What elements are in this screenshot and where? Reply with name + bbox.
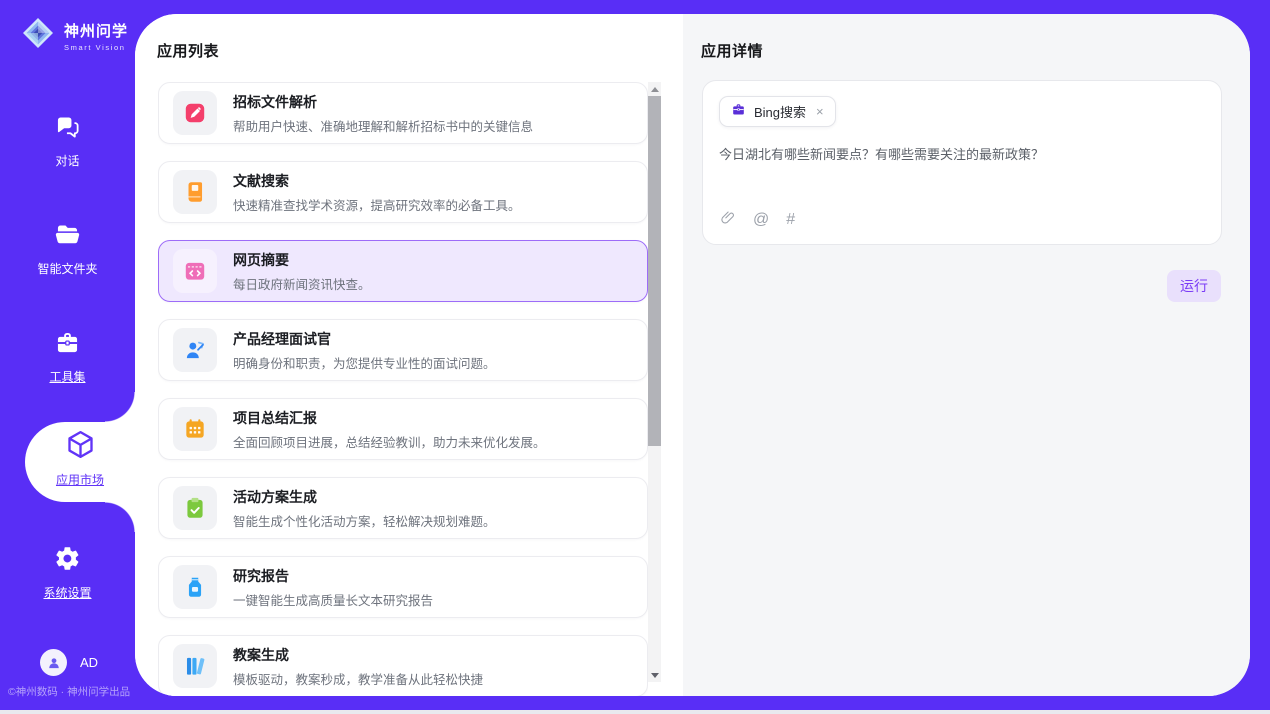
tool-tag-label: Bing搜索 bbox=[754, 102, 806, 121]
composer-actions: @ # bbox=[720, 209, 795, 231]
doc-edit-icon bbox=[173, 91, 217, 135]
folder-icon bbox=[54, 221, 81, 253]
brand-logo: 神州问学 Smart Vision bbox=[20, 15, 128, 56]
hash-icon[interactable]: # bbox=[786, 212, 795, 228]
run-button[interactable]: 运行 bbox=[1167, 270, 1221, 302]
app-item-web-summary[interactable]: 网页摘要 每日政府新闻资讯快查。 bbox=[158, 240, 648, 302]
active-tab-curve-top bbox=[105, 392, 135, 422]
sidebar-item-toolset[interactable]: 工具集 bbox=[0, 329, 135, 385]
sidebar-item-smart-folders[interactable]: 智能文件夹 bbox=[0, 221, 135, 277]
sidebar-item-label: 工具集 bbox=[49, 368, 85, 385]
at-icon[interactable]: @ bbox=[753, 212, 769, 228]
sidebar-item-chat[interactable]: 对话 bbox=[0, 113, 135, 169]
app-item-title: 研究报告 bbox=[233, 566, 433, 586]
app-item-title: 活动方案生成 bbox=[233, 487, 496, 507]
scroll-up-button[interactable] bbox=[648, 82, 661, 96]
diamond-logo-icon bbox=[20, 15, 56, 56]
sidebar-item-label: 智能文件夹 bbox=[37, 260, 97, 277]
copyright-text: ©神州数码 · 神州问学出品 bbox=[8, 684, 135, 699]
user-name: AD bbox=[80, 655, 98, 670]
app-item-pm-interviewer[interactable]: 产品经理面试官 明确身份和职责，为您提供专业性的面试问题。 bbox=[158, 319, 648, 381]
sidebar-item-settings[interactable]: 系统设置 bbox=[0, 545, 135, 601]
app-list-panel: 应用列表 招标文件解析 帮助用户快速、准确地理解和解析招标书中的关键信息 bbox=[135, 14, 683, 696]
toolbox-icon bbox=[54, 329, 81, 361]
app-item-description: 帮助用户快速、准确地理解和解析招标书中的关键信息 bbox=[233, 116, 533, 135]
app-item-bid-parsing[interactable]: 招标文件解析 帮助用户快速、准确地理解和解析招标书中的关键信息 bbox=[158, 82, 648, 144]
app-item-title: 网页摘要 bbox=[233, 250, 371, 270]
app-item-title: 招标文件解析 bbox=[233, 92, 533, 112]
app-item-description: 快速精准查找学术资源，提高研究效率的必备工具。 bbox=[233, 195, 521, 214]
sidebar-item-app-market[interactable]: 应用市场 bbox=[25, 428, 135, 488]
clipboard-check-icon bbox=[173, 486, 217, 530]
app-item-title: 产品经理面试官 bbox=[233, 329, 496, 349]
brand-name: 神州问学 bbox=[64, 20, 128, 41]
gear-icon bbox=[54, 545, 81, 577]
sidebar: 神州问学 Smart Vision 对话 智能文件夹 工具集 bbox=[0, 0, 135, 710]
ink-bottle-icon bbox=[173, 565, 217, 609]
app-item-description: 每日政府新闻资讯快查。 bbox=[233, 274, 371, 293]
sidebar-item-label: 对话 bbox=[55, 152, 79, 169]
sidebar-item-label: 应用市场 bbox=[56, 471, 104, 488]
app-item-project-summary[interactable]: 项目总结汇报 全面回顾项目进展，总结经验教训，助力未来优化发展。 bbox=[158, 398, 648, 460]
close-icon[interactable]: × bbox=[816, 104, 824, 119]
calendar-icon bbox=[173, 407, 217, 451]
tool-tag-bing-search[interactable]: Bing搜索 × bbox=[719, 96, 836, 127]
app-item-description: 一键智能生成高质量长文本研究报告 bbox=[233, 590, 433, 609]
briefcase-icon bbox=[731, 102, 746, 122]
prompt-text[interactable]: 今日湖北有哪些新闻要点？有哪些需要关注的最新政策？ bbox=[719, 145, 1205, 165]
web-code-icon bbox=[173, 249, 217, 293]
brand-tagline: Smart Vision bbox=[64, 43, 128, 52]
app-item-title: 文献搜索 bbox=[233, 171, 521, 191]
chat-icon bbox=[54, 113, 81, 145]
app-item-title: 项目总结汇报 bbox=[233, 408, 546, 428]
app-list: 招标文件解析 帮助用户快速、准确地理解和解析招标书中的关键信息 文献搜索 快速精… bbox=[158, 82, 648, 696]
scrollbar-thumb[interactable] bbox=[648, 96, 661, 446]
avatar bbox=[40, 649, 67, 676]
sidebar-item-label: 系统设置 bbox=[43, 584, 91, 601]
books-icon bbox=[173, 644, 217, 688]
app-window: 应用列表 招标文件解析 帮助用户快速、准确地理解和解析招标书中的关键信息 bbox=[0, 0, 1270, 714]
app-item-description: 全面回顾项目进展，总结经验教训，助力未来优化发展。 bbox=[233, 432, 546, 451]
app-item-research-report[interactable]: 研究报告 一键智能生成高质量长文本研究报告 bbox=[158, 556, 648, 618]
app-item-description: 智能生成个性化活动方案，轻松解决规划难题。 bbox=[233, 511, 496, 530]
app-list-scrollbar[interactable] bbox=[648, 82, 661, 682]
book-icon bbox=[173, 170, 217, 214]
app-item-literature-search[interactable]: 文献搜索 快速精准查找学术资源，提高研究效率的必备工具。 bbox=[158, 161, 648, 223]
active-tab-curve-bottom bbox=[105, 502, 135, 532]
interviewer-icon bbox=[173, 328, 217, 372]
app-item-event-plan[interactable]: 活动方案生成 智能生成个性化活动方案，轻松解决规划难题。 bbox=[158, 477, 648, 539]
app-item-title: 教案生成 bbox=[233, 645, 483, 665]
app-item-description: 模板驱动，教案秒成，教学准备从此轻松快捷 bbox=[233, 669, 483, 688]
cube-icon bbox=[64, 428, 97, 466]
app-item-lesson-plan[interactable]: 教案生成 模板驱动，教案秒成，教学准备从此轻松快捷 bbox=[158, 635, 648, 696]
user-account[interactable]: AD bbox=[40, 649, 98, 676]
prompt-composer[interactable]: Bing搜索 × 今日湖北有哪些新闻要点？有哪些需要关注的最新政策？ @ # bbox=[702, 80, 1222, 245]
app-item-description: 明确身份和职责，为您提供专业性的面试问题。 bbox=[233, 353, 496, 372]
app-detail-panel: 应用详情 Bing搜索 × 今日湖北有哪些新闻要点？有哪些需要关注的最新政策？ … bbox=[683, 14, 1250, 696]
app-list-title: 应用列表 bbox=[157, 40, 219, 61]
app-detail-title: 应用详情 bbox=[701, 40, 763, 61]
main-content: 应用列表 招标文件解析 帮助用户快速、准确地理解和解析招标书中的关键信息 bbox=[135, 14, 1250, 696]
scroll-down-button[interactable] bbox=[648, 668, 661, 682]
paperclip-icon[interactable] bbox=[720, 209, 736, 231]
